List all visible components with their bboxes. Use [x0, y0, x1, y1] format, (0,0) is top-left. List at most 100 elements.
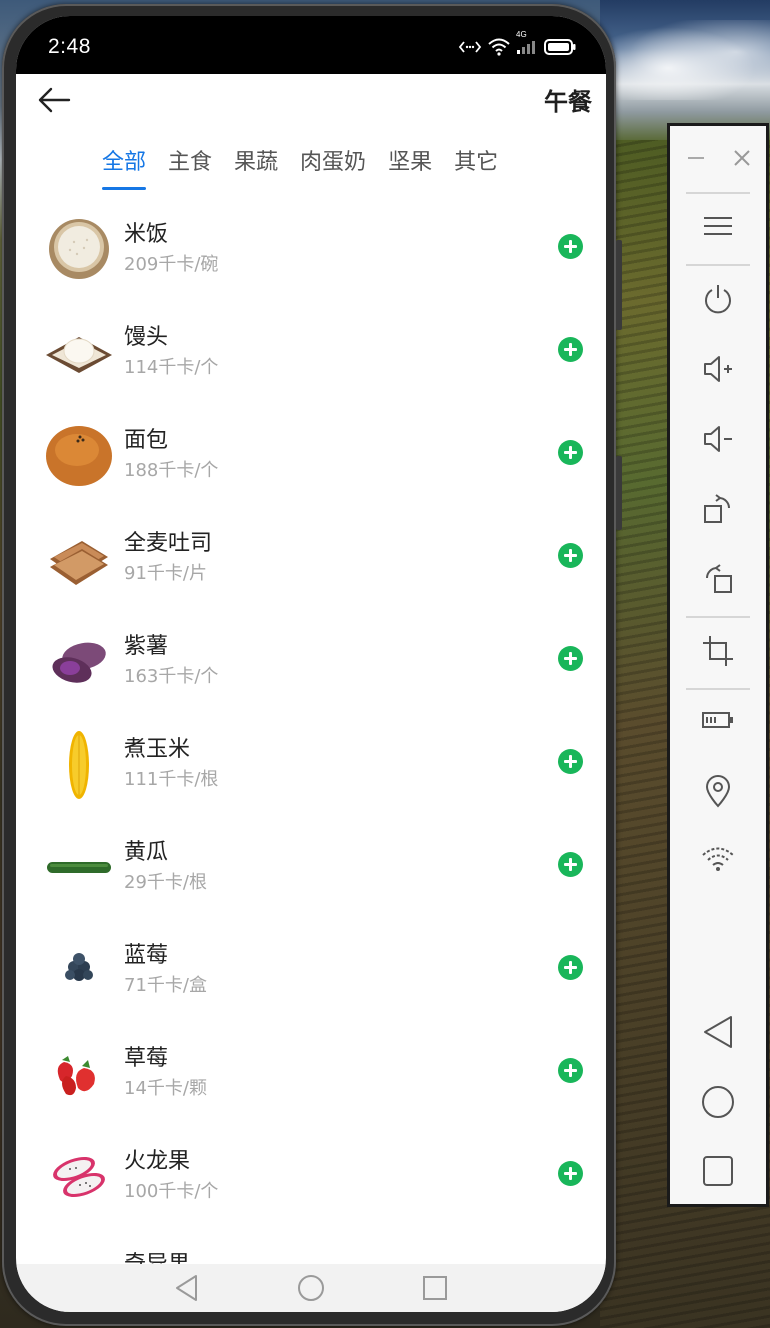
food-calories: 111千卡/根 [124, 769, 219, 790]
steamed-bun-icon [46, 337, 112, 373]
food-name: 紫薯 [124, 634, 169, 659]
cucumber-icon [47, 862, 111, 873]
circle-home-icon [702, 1086, 734, 1118]
food-name: 面包 [124, 428, 169, 453]
food-row-whole-wheat-toast[interactable]: 全麦吐司 91千卡/片 [16, 513, 606, 616]
add-food-button[interactable] [558, 646, 583, 671]
nav-home-button[interactable] [294, 1271, 328, 1305]
square-recents-icon [703, 1156, 733, 1186]
rice-bowl-icon [49, 219, 109, 279]
add-food-button[interactable] [558, 1161, 583, 1186]
add-food-button[interactable] [558, 749, 583, 774]
emulator-home-button[interactable] [670, 1084, 766, 1120]
wifi-settings-button[interactable] [670, 844, 766, 874]
food-name: 草莓 [124, 1046, 169, 1071]
food-calories: 163千卡/个 [124, 666, 219, 687]
network-type: 4G [516, 30, 527, 39]
location-pin-icon [705, 775, 731, 808]
dragon-fruit-icon [53, 1156, 105, 1198]
rotate-left-button[interactable] [670, 562, 766, 596]
tab-staple[interactable]: 主食 [168, 144, 212, 190]
volume-up-icon [704, 356, 732, 382]
food-row-rice[interactable]: 米饭 209千卡/碗 [16, 204, 606, 307]
back-button[interactable] [34, 80, 74, 120]
add-food-button[interactable] [558, 337, 583, 362]
arrow-left-icon [38, 87, 71, 113]
status-time: 2:48 [48, 35, 91, 58]
menu-button[interactable] [670, 214, 766, 238]
nfc-icon [458, 41, 482, 53]
nav-recents-button[interactable] [418, 1271, 452, 1305]
food-row-blueberry[interactable]: 蓝莓 71千卡/盒 [16, 925, 606, 1028]
power-button[interactable] [670, 282, 766, 316]
bread-icon [46, 426, 112, 486]
tab-fruit-veg[interactable]: 果蔬 [234, 144, 278, 190]
emulator-recents-button[interactable] [670, 1154, 766, 1188]
add-food-button[interactable] [558, 1058, 583, 1083]
tab-meat-egg-milk[interactable]: 肉蛋奶 [300, 144, 366, 190]
status-icons: 4G [458, 30, 576, 56]
emulator-toolbar [667, 123, 769, 1207]
food-row-strawberry[interactable]: 草莓 14千卡/颗 [16, 1028, 606, 1131]
close-icon[interactable] [732, 148, 752, 168]
crop-icon [703, 636, 733, 666]
battery-button[interactable] [670, 708, 766, 732]
food-name: 馒头 [124, 325, 169, 350]
volume-down-button[interactable] [670, 422, 766, 456]
strawberry-icon [57, 1056, 95, 1096]
nav-back-button[interactable] [170, 1271, 204, 1305]
square-recents-icon [423, 1276, 447, 1300]
battery-settings-icon [702, 712, 733, 728]
circle-home-icon [298, 1275, 324, 1301]
minimize-icon[interactable] [686, 148, 706, 168]
wifi-icon [702, 847, 734, 871]
battery-icon [544, 39, 576, 55]
add-food-button[interactable] [558, 543, 583, 568]
tab-all[interactable]: 全部 [102, 144, 147, 190]
tab-other[interactable]: 其它 [454, 144, 498, 190]
food-calories: 188千卡/个 [124, 460, 219, 481]
food-row-cucumber[interactable]: 黄瓜 29千卡/根 [16, 822, 606, 925]
wallpaper-clouds [600, 20, 770, 100]
phone-frame: 2:48 4G 午餐 全部 主食 果蔬 肉蛋奶 坚果 其它 米饭 209千卡/碗… [2, 4, 622, 1326]
toolbar-divider [686, 616, 750, 618]
meal-title: 午餐 [544, 88, 592, 116]
rotate-right-button[interactable] [670, 492, 766, 526]
food-calories: 71千卡/盒 [124, 975, 207, 996]
status-bar: 2:48 4G [16, 16, 606, 74]
food-calories: 14千卡/颗 [124, 1078, 207, 1099]
food-name: 蓝莓 [124, 943, 169, 968]
food-calories: 209千卡/碗 [124, 254, 219, 275]
cellular-signal-icon: 4G [516, 30, 538, 55]
food-row-boiled-corn[interactable]: 煮玉米 111千卡/根 [16, 719, 606, 822]
triangle-back-icon [704, 1016, 732, 1048]
page-header: 午餐 [16, 74, 606, 130]
category-tabs: 全部 主食 果蔬 肉蛋奶 坚果 其它 [102, 144, 520, 190]
food-name: 黄瓜 [124, 840, 169, 865]
phone-side-button [616, 240, 622, 330]
phone-side-button [616, 456, 622, 530]
add-food-button[interactable] [558, 234, 583, 259]
food-name: 米饭 [124, 222, 169, 247]
volume-up-button[interactable] [670, 352, 766, 386]
emulator-back-button[interactable] [670, 1014, 766, 1050]
toast-icon [50, 541, 108, 585]
add-food-button[interactable] [558, 852, 583, 877]
food-row-bread[interactable]: 面包 188千卡/个 [16, 410, 606, 513]
add-food-button[interactable] [558, 440, 583, 465]
add-food-button[interactable] [558, 955, 583, 980]
toolbar-divider [686, 264, 750, 266]
hamburger-menu-icon [704, 217, 732, 235]
corn-icon [69, 731, 89, 799]
wifi-icon [488, 38, 510, 56]
food-row-purple-sweet-potato[interactable]: 紫薯 163千卡/个 [16, 616, 606, 719]
location-button[interactable] [670, 774, 766, 808]
food-calories: 100千卡/个 [124, 1181, 219, 1202]
food-calories: 29千卡/根 [124, 872, 207, 893]
screenshot-crop-button[interactable] [670, 634, 766, 668]
food-row-steamed-bun[interactable]: 馒头 114千卡/个 [16, 307, 606, 410]
food-row-dragon-fruit[interactable]: 火龙果 100千卡/个 [16, 1131, 606, 1234]
blueberry-icon [65, 953, 93, 981]
tab-nuts[interactable]: 坚果 [388, 144, 432, 190]
food-name: 全麦吐司 [124, 531, 213, 556]
